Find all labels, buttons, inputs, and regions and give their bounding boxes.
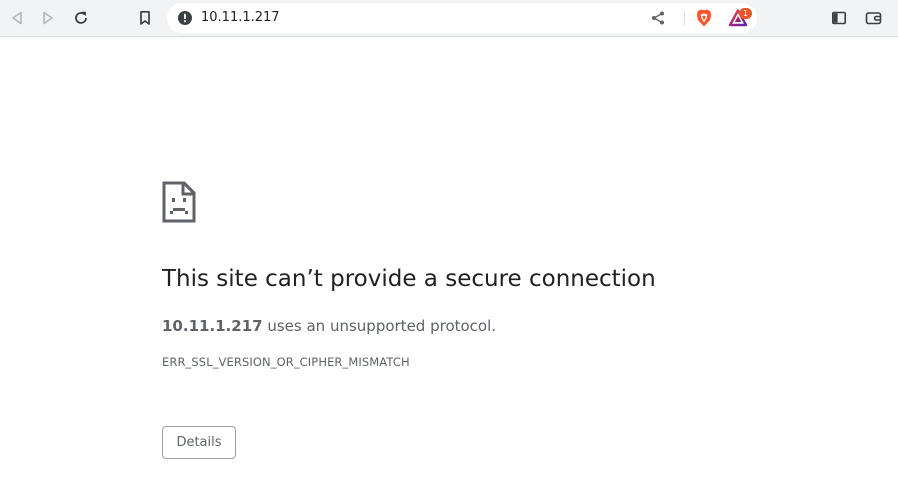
sidebar-icon[interactable] xyxy=(828,7,850,29)
error-message-text: uses an unsupported protocol. xyxy=(262,317,497,335)
details-button[interactable]: Details xyxy=(162,426,236,459)
brave-shields-icon[interactable] xyxy=(694,8,714,28)
not-secure-info-icon[interactable] xyxy=(177,10,193,26)
browser-toolbar: 10.11.1.217 1 xyxy=(0,0,898,37)
error-page: This site can’t provide a secure connect… xyxy=(0,37,898,491)
url-text[interactable]: 10.11.1.217 xyxy=(201,3,280,33)
sad-document-icon xyxy=(162,181,196,223)
error-code: ERR_SSL_VERSION_OR_CIPHER_MISMATCH xyxy=(162,355,410,369)
bookmark-icon[interactable] xyxy=(134,7,156,29)
wallet-icon[interactable] xyxy=(862,7,884,29)
omnibox-divider xyxy=(684,11,685,25)
brave-rewards-icon[interactable]: 1 xyxy=(729,8,755,28)
reload-icon[interactable] xyxy=(70,7,92,29)
share-icon[interactable] xyxy=(650,10,666,26)
forward-arrow-icon[interactable] xyxy=(37,7,59,29)
error-title: This site can’t provide a secure connect… xyxy=(162,266,656,292)
address-bar[interactable]: 10.11.1.217 1 xyxy=(167,3,757,33)
back-arrow-icon[interactable] xyxy=(6,7,28,29)
error-message: 10.11.1.217 uses an unsupported protocol… xyxy=(162,317,496,335)
error-host: 10.11.1.217 xyxy=(162,317,263,335)
rewards-badge: 1 xyxy=(739,8,752,19)
